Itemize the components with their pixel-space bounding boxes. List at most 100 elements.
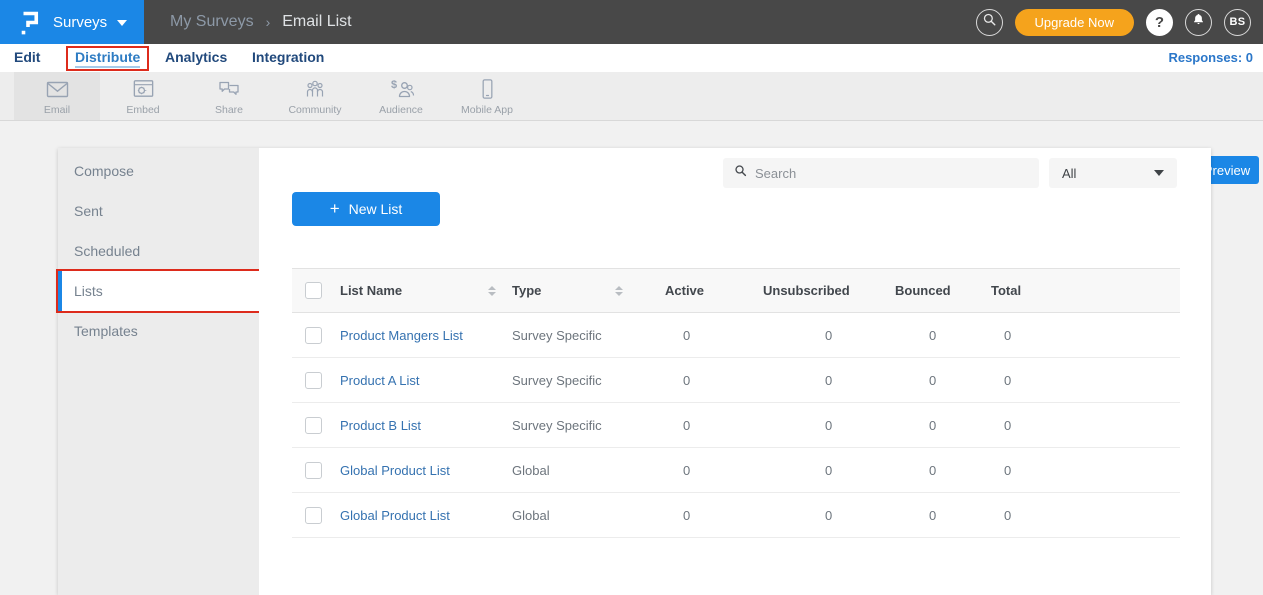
new-list-button[interactable]: + New List xyxy=(292,192,440,226)
list-name-link[interactable]: Product B List xyxy=(340,418,421,433)
chevron-down-icon xyxy=(1154,170,1164,176)
search-icon xyxy=(734,164,747,182)
bounced-count: 0 xyxy=(895,508,991,523)
total-count: 0 xyxy=(991,418,1180,433)
email-lists-card: Compose Sent Scheduled Lists Templates A… xyxy=(58,148,1211,595)
list-name-link[interactable]: Product A List xyxy=(340,373,420,388)
active-count: 0 xyxy=(665,373,763,388)
sort-icon[interactable] xyxy=(488,286,496,296)
unsubscribed-count: 0 xyxy=(763,328,895,343)
list-type: Survey Specific xyxy=(512,418,665,433)
unsubscribed-count: 0 xyxy=(763,373,895,388)
community-icon xyxy=(302,77,328,101)
column-header-unsubscribed: Unsubscribed xyxy=(763,283,895,298)
row-checkbox[interactable] xyxy=(305,372,322,389)
channel-label: Share xyxy=(215,104,243,116)
avatar-initials: BS xyxy=(1230,16,1246,28)
active-count: 0 xyxy=(665,328,763,343)
row-checkbox[interactable] xyxy=(305,462,322,479)
channel-label: Community xyxy=(288,104,341,116)
row-checkbox[interactable] xyxy=(305,327,322,344)
active-count: 0 xyxy=(665,508,763,523)
embed-icon xyxy=(131,77,156,101)
bounced-count: 0 xyxy=(895,418,991,433)
list-filter-dropdown[interactable]: All xyxy=(1049,158,1177,188)
bounced-count: 0 xyxy=(895,373,991,388)
notifications-button[interactable] xyxy=(1185,9,1212,36)
sidebar-item-lists[interactable]: Lists xyxy=(58,271,259,311)
audience-icon: $ xyxy=(388,77,415,101)
sidebar-item-scheduled[interactable]: Scheduled xyxy=(58,231,259,271)
breadcrumb-separator-icon: › xyxy=(266,14,271,30)
list-type: Global xyxy=(512,463,665,478)
list-name-link[interactable]: Global Product List xyxy=(340,508,450,523)
channel-label: Embed xyxy=(126,104,159,116)
breadcrumb-my-surveys[interactable]: My Surveys xyxy=(170,13,254,31)
channel-label: Audience xyxy=(379,104,423,116)
channel-list: Email Embed Share Community $ Audience xyxy=(14,72,530,120)
list-type: Survey Specific xyxy=(512,328,665,343)
sidebar-item-compose[interactable]: Compose xyxy=(58,151,259,191)
sidebar-item-sent[interactable]: Sent xyxy=(58,191,259,231)
tab-distribute[interactable]: Distribute xyxy=(75,49,140,68)
search-input[interactable] xyxy=(755,166,1005,181)
svg-text:$: $ xyxy=(391,79,397,91)
list-name-link[interactable]: Product Mangers List xyxy=(340,328,463,343)
bounced-count: 0 xyxy=(895,328,991,343)
column-header-type[interactable]: Type xyxy=(512,283,665,298)
column-header-total: Total xyxy=(991,283,1180,298)
active-count: 0 xyxy=(665,418,763,433)
sidebar-item-templates[interactable]: Templates xyxy=(58,311,259,351)
channel-community[interactable]: Community xyxy=(272,72,358,120)
search-button[interactable] xyxy=(976,9,1003,36)
upgrade-now-button[interactable]: Upgrade Now xyxy=(1015,9,1135,36)
avatar[interactable]: BS xyxy=(1224,9,1251,36)
select-all-checkbox[interactable] xyxy=(305,282,322,299)
plus-icon: + xyxy=(330,200,340,217)
total-count: 0 xyxy=(991,328,1180,343)
tab-integration[interactable]: Integration xyxy=(252,49,324,65)
channel-label: Email xyxy=(44,104,70,116)
header-actions: Upgrade Now ? BS xyxy=(976,9,1263,36)
list-search xyxy=(723,158,1039,188)
questionpro-logo-icon xyxy=(18,9,41,36)
top-header: Surveys My Surveys › Email List Upgrade … xyxy=(0,0,1263,44)
channel-mobile-app[interactable]: Mobile App xyxy=(444,72,530,120)
list-type: Global xyxy=(512,508,665,523)
search-icon xyxy=(982,12,997,32)
table-row: Global Product List Global 0 0 0 0 xyxy=(292,448,1180,493)
sort-icon[interactable] xyxy=(615,286,623,296)
channel-share[interactable]: Share xyxy=(186,72,272,120)
row-checkbox[interactable] xyxy=(305,507,322,524)
unsubscribed-count: 0 xyxy=(763,418,895,433)
survey-tab-bar: Edit Distribute Analytics Integration Re… xyxy=(0,44,1263,72)
help-button[interactable]: ? xyxy=(1146,9,1173,36)
table-header-row: List Name Type Active Unsubscribed Bounc… xyxy=(292,268,1180,313)
unsubscribed-count: 0 xyxy=(763,463,895,478)
column-header-list-name[interactable]: List Name xyxy=(340,283,512,298)
lists-table: List Name Type Active Unsubscribed Bounc… xyxy=(292,268,1180,538)
product-switcher[interactable]: Surveys xyxy=(0,0,144,44)
tab-edit[interactable]: Edit xyxy=(14,49,40,65)
tab-distribute-annotation-box[interactable]: Distribute xyxy=(66,46,149,71)
new-list-label: New List xyxy=(349,201,403,217)
total-count: 0 xyxy=(991,508,1180,523)
column-header-bounced: Bounced xyxy=(895,283,991,298)
channel-audience[interactable]: $ Audience xyxy=(358,72,444,120)
channel-embed[interactable]: Embed xyxy=(100,72,186,120)
channel-email[interactable]: Email xyxy=(14,72,100,120)
email-sidebar: Compose Sent Scheduled Lists Templates xyxy=(58,148,259,595)
total-count: 0 xyxy=(991,373,1180,388)
row-checkbox[interactable] xyxy=(305,417,322,434)
chevron-down-icon xyxy=(117,20,127,26)
distribute-toolbar: Email Embed Share Community $ Audience xyxy=(0,72,1263,121)
tab-analytics[interactable]: Analytics xyxy=(165,49,227,65)
share-icon xyxy=(216,77,242,101)
email-icon xyxy=(44,77,71,101)
mobile-app-icon xyxy=(475,77,500,101)
responses-count[interactable]: Responses: 0 xyxy=(1168,50,1253,65)
table-row: Global Product List Global 0 0 0 0 xyxy=(292,493,1180,538)
list-name-link[interactable]: Global Product List xyxy=(340,463,450,478)
table-row: Product Mangers List Survey Specific 0 0… xyxy=(292,313,1180,358)
help-icon: ? xyxy=(1155,14,1164,31)
